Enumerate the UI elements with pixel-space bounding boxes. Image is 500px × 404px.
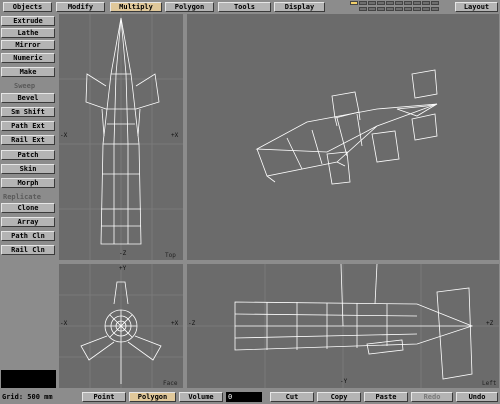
left-view-wireframe: [187, 264, 499, 388]
layer-cell[interactable]: [431, 7, 439, 11]
replicate-section-label: Replicate: [3, 193, 41, 201]
numeric-button[interactable]: Numeric: [1, 53, 55, 63]
tab-multiply[interactable]: Multiply: [110, 2, 162, 12]
layer-cell[interactable]: [350, 1, 358, 5]
array-button[interactable]: Array: [1, 217, 55, 227]
layer-cell[interactable]: [377, 7, 385, 11]
morph-button[interactable]: Morph: [1, 178, 55, 188]
undo-button[interactable]: Undo: [456, 392, 498, 402]
layer-cell[interactable]: [413, 1, 421, 5]
layout-button[interactable]: Layout: [455, 2, 498, 12]
layer-cell[interactable]: [359, 7, 367, 11]
info-box: [1, 370, 56, 388]
paste-button[interactable]: Paste: [364, 392, 408, 402]
viewport-left[interactable]: -Z +Z -Y Left: [187, 264, 499, 388]
layer-cell[interactable]: [422, 1, 430, 5]
layer-cell[interactable]: [386, 1, 394, 5]
face-view-label: Face: [163, 380, 178, 387]
viewport-face[interactable]: -X +X +Y Face: [59, 264, 183, 388]
volume-value-field[interactable]: 0: [226, 392, 262, 402]
left-z-pos-label: +Z: [486, 320, 494, 327]
left-y-neg-label: -Y: [340, 378, 348, 385]
patch-button[interactable]: Patch: [1, 150, 55, 160]
path-ext-button[interactable]: Path Ext: [1, 121, 55, 131]
layer-cell[interactable]: [413, 7, 421, 11]
point-mode-button[interactable]: Point: [82, 392, 126, 402]
grid-size-readout: Grid: 500 mm: [2, 393, 53, 401]
layer-cell[interactable]: [395, 1, 403, 5]
viewport-top[interactable]: -X +X -Z Top: [59, 14, 183, 260]
top-view-wireframe: [59, 14, 183, 260]
clone-button[interactable]: Clone: [1, 203, 55, 213]
copy-button[interactable]: Copy: [317, 392, 361, 402]
skin-button[interactable]: Skin: [1, 164, 55, 174]
lathe-button[interactable]: Lathe: [1, 28, 55, 38]
face-y-pos-label: +Y: [119, 265, 127, 272]
face-x-neg-label: -X: [60, 320, 68, 327]
layer-cell[interactable]: [431, 1, 439, 5]
left-view-label: Left: [482, 380, 497, 387]
rail-ext-button[interactable]: Rail Ext: [1, 135, 55, 145]
tab-polygon[interactable]: Polygon: [165, 2, 214, 12]
redo-button[interactable]: Redo: [411, 392, 453, 402]
tab-objects[interactable]: Objects: [3, 2, 52, 12]
top-view-label: Top: [165, 252, 176, 259]
tab-display[interactable]: Display: [274, 2, 325, 12]
perspective-view-wireframe: [255, 69, 438, 185]
top-z-neg-label: -Z: [119, 250, 127, 257]
layer-cell[interactable]: [422, 7, 430, 11]
layer-selector[interactable]: [350, 1, 448, 13]
tab-modify[interactable]: Modify: [56, 2, 105, 12]
tab-tools[interactable]: Tools: [218, 2, 271, 12]
bevel-button[interactable]: Bevel: [1, 93, 55, 103]
mirror-button[interactable]: Mirror: [1, 40, 55, 50]
path-cln-button[interactable]: Path Cln: [1, 231, 55, 241]
top-x-neg-label: -X: [60, 132, 68, 139]
sweep-section-label: Sweep: [14, 82, 36, 90]
layer-cell[interactable]: [404, 7, 412, 11]
make-button[interactable]: Make: [1, 67, 55, 77]
sm-shift-button[interactable]: Sm Shift: [1, 107, 55, 117]
layer-cell[interactable]: [368, 7, 376, 11]
layer-cell[interactable]: [377, 1, 385, 5]
layer-cell[interactable]: [386, 7, 394, 11]
layer-cell[interactable]: [359, 1, 367, 5]
face-view-wireframe: [59, 264, 183, 388]
polygon-mode-button[interactable]: Polygon: [129, 392, 176, 402]
top-x-pos-label: +X: [171, 132, 179, 139]
volume-mode-button[interactable]: Volume: [179, 392, 223, 402]
extrude-button[interactable]: Extrude: [1, 16, 55, 26]
left-z-neg-label: -Z: [188, 320, 196, 327]
layer-cell[interactable]: [395, 7, 403, 11]
rail-cln-button[interactable]: Rail Cln: [1, 245, 55, 255]
cut-button[interactable]: Cut: [270, 392, 314, 402]
viewport-perspective[interactable]: [187, 14, 499, 260]
face-x-pos-label: +X: [171, 320, 179, 327]
layer-cell[interactable]: [368, 1, 376, 5]
layer-cell[interactable]: [404, 1, 412, 5]
